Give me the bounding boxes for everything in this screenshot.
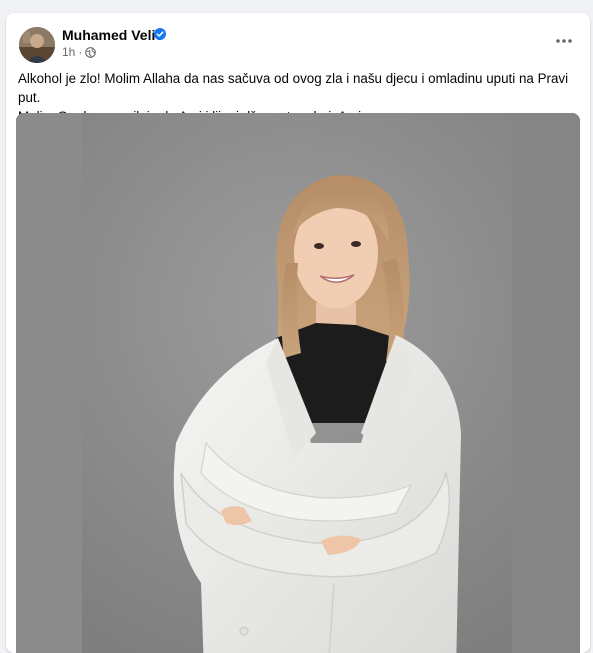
post-image[interactable] (16, 113, 580, 653)
woman-in-lab-coat-photo (16, 113, 580, 653)
author-avatar[interactable] (19, 27, 55, 63)
author-name[interactable]: Muhamed Velic (62, 27, 163, 43)
post-card: Muhamed Velic 1h · Alkohol je zlo! Molim… (6, 13, 590, 653)
more-options-icon (556, 39, 572, 43)
avatar-photo-icon (19, 27, 55, 63)
post-timestamp[interactable]: 1h (62, 45, 75, 59)
post-text-line-1: Alkohol je zlo! Molim Allaha da nas saču… (18, 71, 569, 105)
globe-icon[interactable] (85, 46, 97, 58)
verified-badge-icon (154, 28, 166, 40)
meta-separator: · (78, 45, 83, 59)
post-header: Muhamed Velic 1h · (6, 13, 590, 69)
more-options-button[interactable] (552, 31, 576, 51)
post-meta: 1h · (62, 45, 97, 59)
